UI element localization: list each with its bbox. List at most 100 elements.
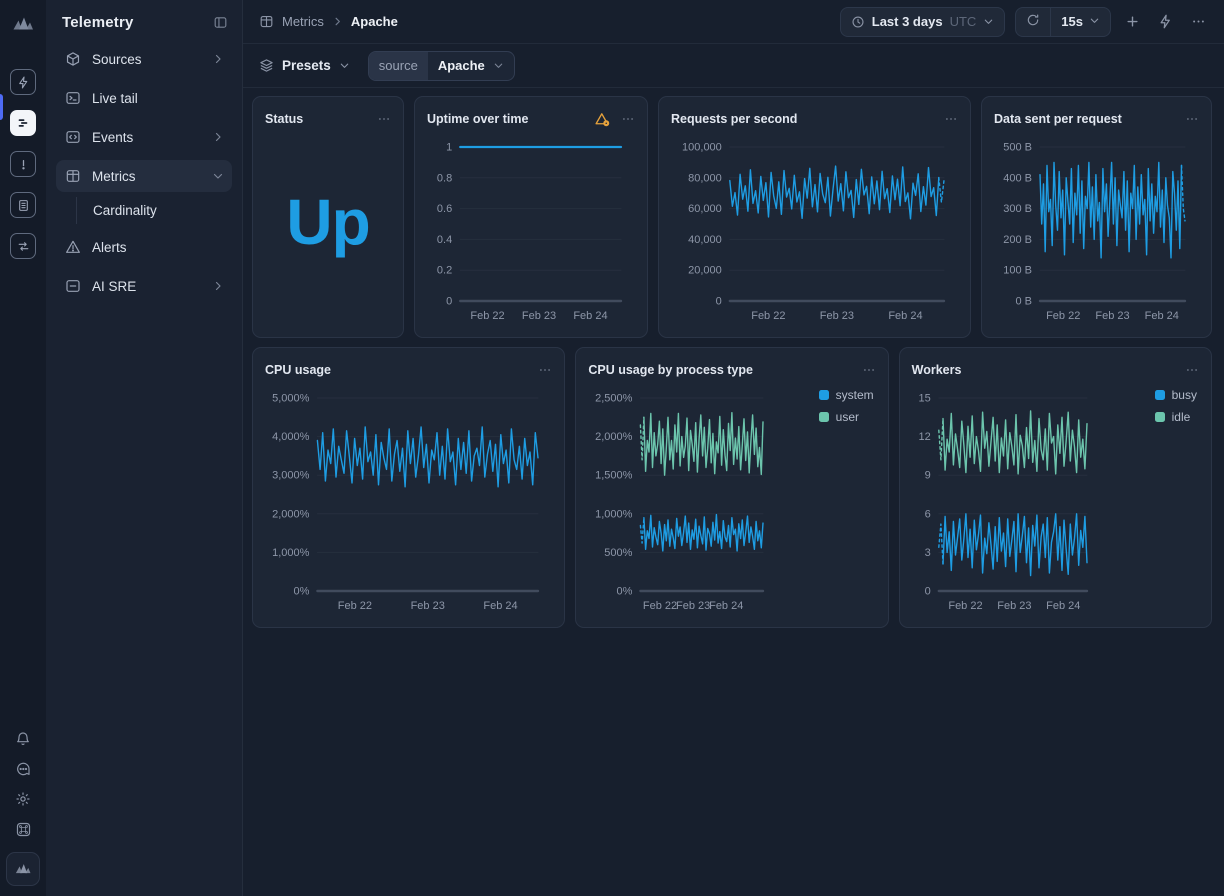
status-value: Up <box>265 129 391 325</box>
card-menu-icon[interactable] <box>538 363 552 377</box>
topbar: Metrics Apache Last 3 days UTC <box>243 0 1224 44</box>
chevron-down-icon <box>493 60 504 71</box>
legend-item[interactable]: busy <box>1155 388 1197 402</box>
chevron-down-icon <box>212 170 224 182</box>
cpu-usage-chart[interactable]: 5,000%4,000%3,000%2,000%1,000%0%Feb 22Fe… <box>265 384 552 615</box>
chart-legend: system user <box>819 388 874 424</box>
breadcrumb-section[interactable]: Metrics <box>282 14 324 29</box>
telemetry-icon[interactable] <box>10 110 36 136</box>
bell-icon[interactable] <box>15 731 31 747</box>
cpu-by-process-chart[interactable]: 2,500%2,000%1,500%1,000%500%0%Feb 22Feb … <box>588 384 875 615</box>
svg-text:0 B: 0 B <box>1015 296 1032 308</box>
svg-text:Feb 24: Feb 24 <box>1046 600 1080 612</box>
svg-text:6: 6 <box>924 508 930 520</box>
active-indicator <box>0 94 3 120</box>
sidebar-item-ai-sre[interactable]: AI SRE <box>56 270 232 302</box>
uptime-card: Uptime over time 10.80.60.40.20Feb 22Feb… <box>414 96 648 338</box>
data-sent-chart[interactable]: 500 B400 B300 B200 B100 B0 BFeb 22Feb 23… <box>994 133 1199 325</box>
svg-text:3: 3 <box>924 547 930 559</box>
zap-icon[interactable] <box>1154 10 1177 33</box>
code-icon <box>64 129 82 145</box>
svg-text:Feb 23: Feb 23 <box>997 600 1031 612</box>
requests-card: Requests per second 100,00080,00060,0004… <box>658 96 971 338</box>
dashboard: Status Up Uptime over time 10.80.60.40.2… <box>243 88 1224 896</box>
svg-text:Feb 22: Feb 22 <box>643 600 677 612</box>
axiom-logo-icon <box>11 12 35 41</box>
sidebar-item-sources[interactable]: Sources <box>56 43 232 75</box>
svg-text:9: 9 <box>924 470 930 482</box>
chevron-right-icon <box>212 131 224 143</box>
svg-text:100,000: 100,000 <box>682 142 722 154</box>
svg-text:200 B: 200 B <box>1003 234 1032 246</box>
svg-text:Feb 23: Feb 23 <box>820 310 854 322</box>
card-menu-icon[interactable] <box>621 112 635 126</box>
timezone-label: UTC <box>950 14 977 29</box>
card-menu-icon[interactable] <box>944 112 958 126</box>
presets-label: Presets <box>282 58 331 73</box>
legend-label: busy <box>1172 388 1197 402</box>
logo-icon[interactable] <box>6 852 40 886</box>
sidebar-item-events[interactable]: Events <box>56 121 232 153</box>
refresh-button[interactable] <box>1016 8 1050 36</box>
cpu-usage-card: CPU usage 5,000%4,000%3,000%2,000%1,000%… <box>252 347 565 628</box>
cube-icon <box>64 51 82 67</box>
warning-icon[interactable] <box>594 111 611 128</box>
svg-text:Feb 23: Feb 23 <box>411 600 445 612</box>
sidebar-item-label: Alerts <box>92 240 224 255</box>
flows-icon[interactable] <box>10 233 36 259</box>
svg-text:Feb 22: Feb 22 <box>338 600 372 612</box>
data-sent-card: Data sent per request 500 B400 B300 B200… <box>981 96 1212 338</box>
chevron-right-icon <box>212 280 224 292</box>
svg-text:Feb 23: Feb 23 <box>676 600 710 612</box>
svg-text:1,500%: 1,500% <box>595 470 633 482</box>
shortcuts-icon[interactable] <box>15 821 32 838</box>
presets-button[interactable]: Presets <box>259 58 350 73</box>
requests-chart[interactable]: 100,00080,00060,00040,00020,0000Feb 22Fe… <box>671 133 958 325</box>
legend-item[interactable]: system <box>819 388 874 402</box>
filter-key: source <box>369 52 428 80</box>
card-title: Uptime over time <box>427 112 528 126</box>
svg-text:Feb 22: Feb 22 <box>1046 310 1080 322</box>
ellipsis-icon[interactable] <box>1187 10 1210 33</box>
legend-swatch <box>819 390 829 400</box>
sidebar-item-metrics[interactable]: Metrics <box>56 160 232 192</box>
card-menu-icon[interactable] <box>1185 112 1199 126</box>
svg-text:80,000: 80,000 <box>688 172 722 184</box>
svg-text:Feb 22: Feb 22 <box>470 310 504 322</box>
icon-rail <box>0 0 46 896</box>
svg-text:0.2: 0.2 <box>437 265 452 277</box>
card-menu-icon[interactable] <box>1185 363 1199 377</box>
refresh-interval-button[interactable]: 15s <box>1051 8 1110 36</box>
workers-card: Workers 15129630Feb 22Feb 23Feb 24busyid… <box>899 347 1212 628</box>
bolt-icon[interactable] <box>10 69 36 95</box>
logs-icon[interactable] <box>10 192 36 218</box>
card-title: Status <box>265 112 303 126</box>
alert-triangle-icon <box>64 239 82 255</box>
feedback-icon[interactable] <box>15 761 31 777</box>
rail-bottom-icons <box>6 731 40 896</box>
svg-text:300 B: 300 B <box>1003 203 1032 215</box>
theme-icon[interactable] <box>15 791 31 807</box>
sidebar-item-alerts[interactable]: Alerts <box>56 231 232 263</box>
uptime-chart[interactable]: 10.80.60.40.20Feb 22Feb 23Feb 24 <box>427 133 635 325</box>
sidebar-item-live-tail[interactable]: Live tail <box>56 82 232 114</box>
workers-chart[interactable]: 15129630Feb 22Feb 23Feb 24busyidle <box>912 384 1199 615</box>
alert-square-icon[interactable] <box>10 151 36 177</box>
time-range-button[interactable]: Last 3 days UTC <box>840 7 1006 37</box>
svg-text:0%: 0% <box>617 586 633 598</box>
svg-text:0: 0 <box>924 586 930 598</box>
card-menu-icon[interactable] <box>377 112 391 126</box>
collapse-sidebar-icon[interactable] <box>213 15 228 30</box>
sidebar-item-cardinality[interactable]: Cardinality <box>56 197 232 224</box>
svg-text:1: 1 <box>446 142 452 154</box>
legend-item[interactable]: idle <box>1155 410 1197 424</box>
plus-icon[interactable] <box>1121 10 1144 33</box>
svg-text:100 B: 100 B <box>1003 265 1032 277</box>
legend-label: idle <box>1172 410 1191 424</box>
card-menu-icon[interactable] <box>862 363 876 377</box>
legend-swatch <box>1155 412 1165 422</box>
legend-item[interactable]: user <box>819 410 874 424</box>
legend-swatch <box>1155 390 1165 400</box>
app-window: Telemetry Sources Live tail Events Metri… <box>0 0 1224 896</box>
source-filter-chip[interactable]: source Apache <box>368 51 515 81</box>
